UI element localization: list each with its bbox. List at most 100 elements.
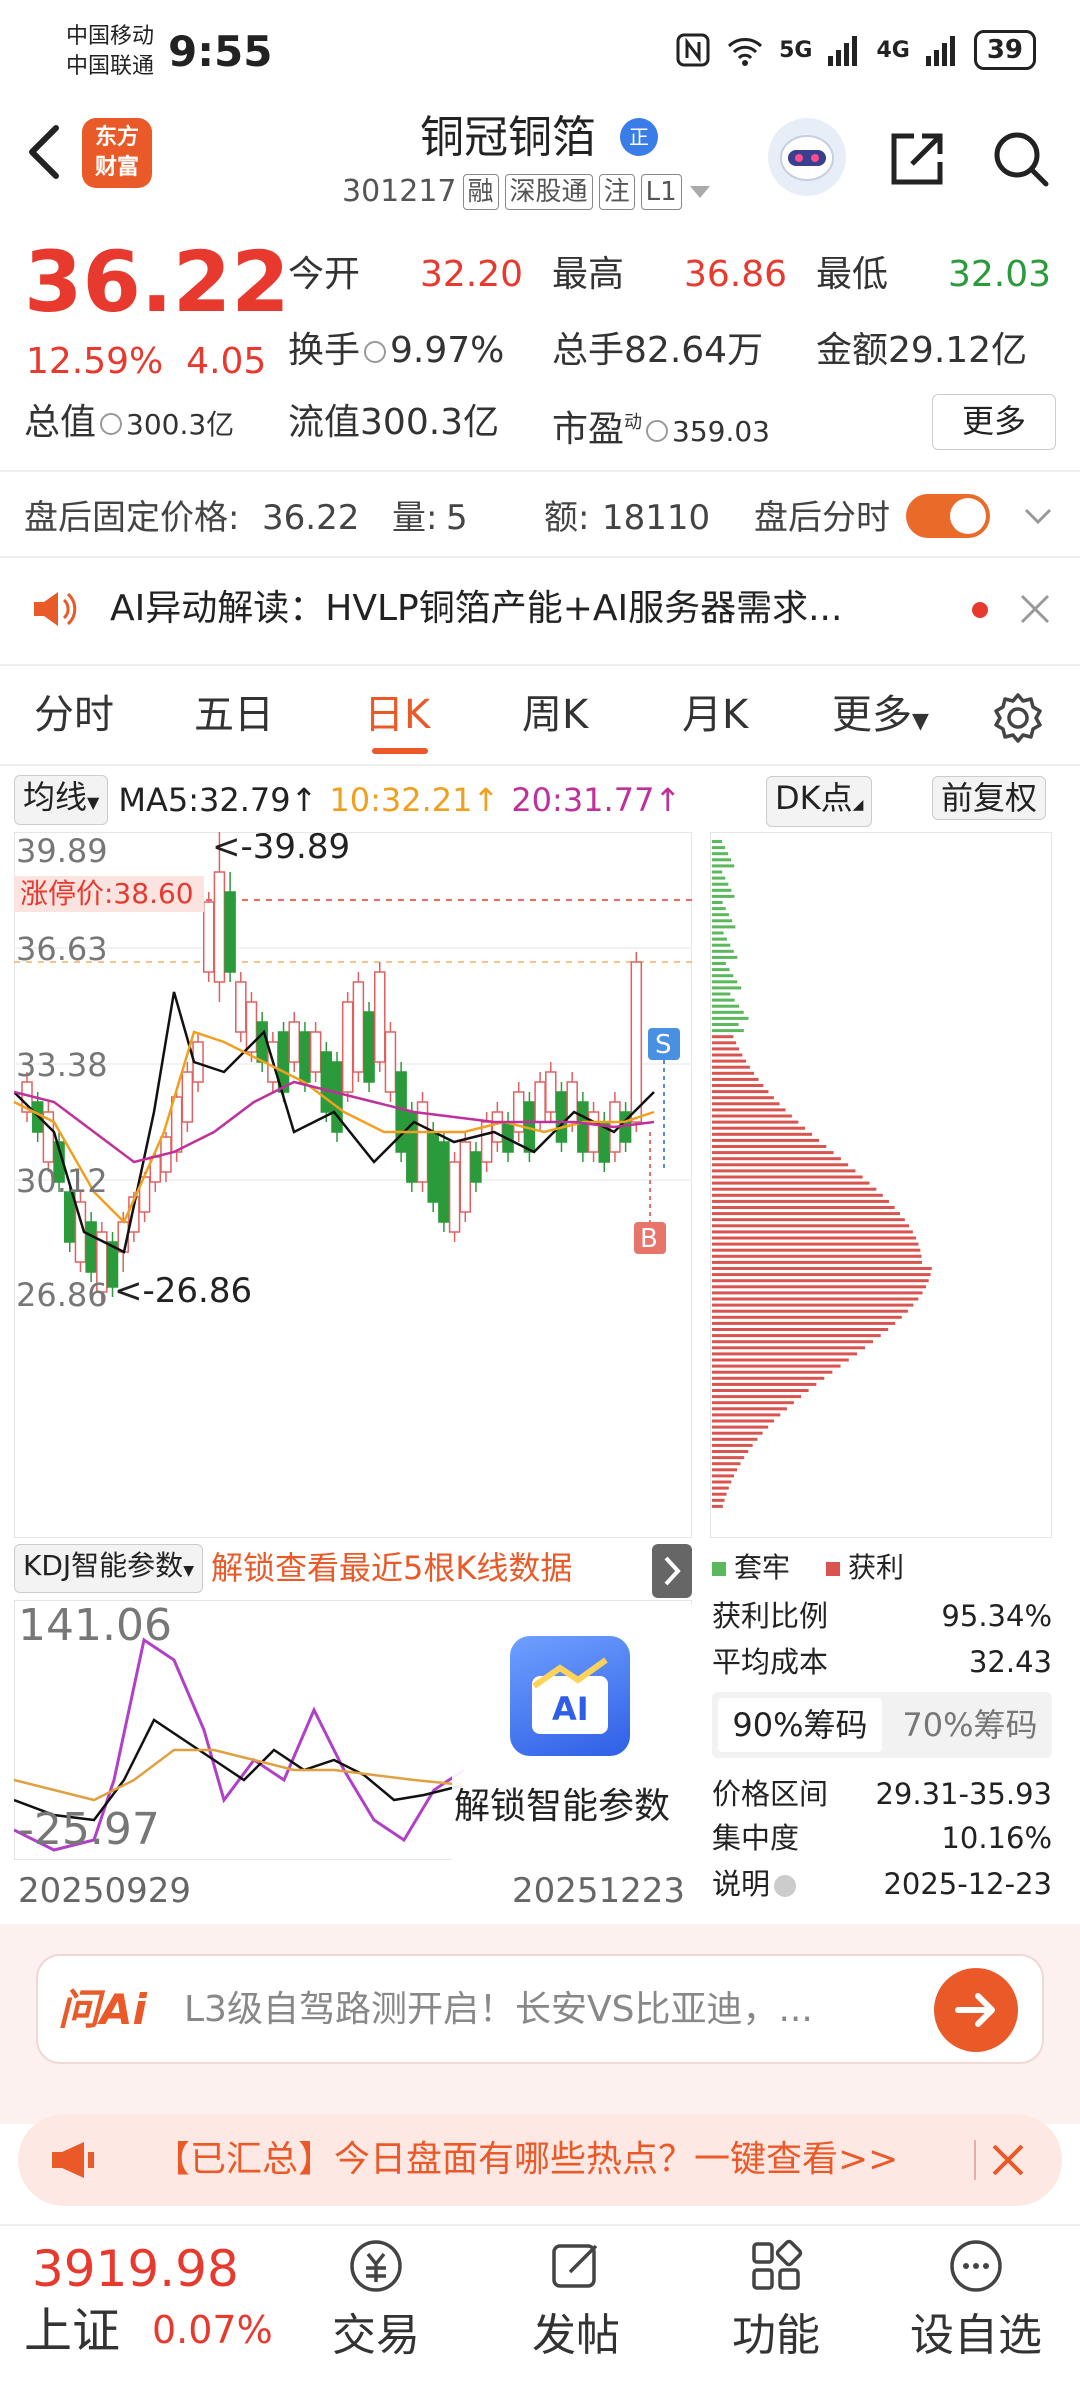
tab-chip-70[interactable]: 70%筹码 bbox=[888, 1692, 1052, 1758]
nav-add-watchlist-label: 设自选 bbox=[910, 2310, 1042, 2361]
mktcap-label: 总值 bbox=[24, 402, 97, 443]
chip-bar bbox=[712, 1206, 895, 1209]
afterhours-toggle[interactable] bbox=[906, 494, 990, 538]
tab-five-day[interactable]: 五日 bbox=[194, 680, 274, 750]
tag-registered: 注 bbox=[598, 174, 635, 210]
tab-intraday[interactable]: 分时 bbox=[34, 680, 114, 750]
chip-bar bbox=[712, 888, 732, 892]
chip-bar bbox=[712, 876, 726, 880]
index-value[interactable]: 3919.98 bbox=[32, 2236, 239, 2302]
turnover-value: 9.97% bbox=[390, 330, 505, 371]
ai-assistant-avatar[interactable] bbox=[768, 118, 846, 196]
ma10-value: 10:32.21↑ bbox=[329, 781, 500, 819]
divider bbox=[0, 764, 1080, 766]
chip-bar bbox=[712, 1340, 874, 1344]
pe-sup: 动 bbox=[624, 412, 643, 433]
ai-unlock-icon[interactable]: AI bbox=[510, 1636, 630, 1756]
info-icon[interactable] bbox=[100, 413, 123, 435]
back-arrow-icon[interactable] bbox=[22, 120, 66, 184]
nav-trade-label: 交易 bbox=[332, 2310, 420, 2361]
app-logo[interactable]: 东方 财富 bbox=[82, 118, 152, 188]
tab-daily-k[interactable]: 日K bbox=[364, 680, 430, 750]
afterhours-vol-label: 量: bbox=[392, 498, 438, 538]
more-quote-button[interactable]: 更多 bbox=[932, 394, 1056, 450]
price-range-value: 29.31-35.93 bbox=[875, 1777, 1052, 1811]
chip-bar bbox=[712, 858, 732, 862]
tab-more[interactable]: 更多▼ bbox=[832, 680, 929, 757]
profit-ratio-value: 95.34% bbox=[941, 1599, 1052, 1633]
chip-bar bbox=[712, 1352, 857, 1356]
chip-bar bbox=[712, 1437, 758, 1441]
chip-distribution-chart[interactable] bbox=[710, 832, 1052, 1538]
hotspot-notice-text[interactable]: 【已汇总】今日盘面有哪些热点？一键查看>> bbox=[154, 2132, 898, 2188]
index-name[interactable]: 上证 bbox=[24, 2298, 120, 2364]
nav-post[interactable]: 发帖 bbox=[506, 2236, 646, 2366]
stock-subtitle[interactable]: 301217 融 深股通 注 L1 bbox=[342, 170, 712, 214]
close-icon[interactable] bbox=[990, 2142, 1026, 2178]
min-price-marker: <-26.86 bbox=[114, 1271, 252, 1311]
chip-bar bbox=[712, 1498, 725, 1502]
chip-bar bbox=[712, 1474, 735, 1478]
nav-add-watchlist[interactable]: 设自选 bbox=[906, 2236, 1046, 2366]
tab-monthly-k[interactable]: 月K bbox=[682, 680, 748, 750]
ma-selector-label: 均线 bbox=[23, 778, 88, 816]
ai-unlock-label[interactable]: 解锁智能参数 bbox=[454, 1782, 670, 1832]
share-icon[interactable] bbox=[886, 128, 948, 190]
search-icon[interactable] bbox=[990, 128, 1052, 190]
candlestick-chart[interactable]: 39.89 涨停价:38.60 36.63 33.38 30.12 26.86 … bbox=[14, 832, 692, 1538]
chip-bar bbox=[712, 1480, 732, 1484]
price-change: 12.59% 4.05 bbox=[26, 338, 266, 386]
close-icon[interactable] bbox=[1016, 590, 1054, 628]
ai-ask-prompt[interactable]: L3级自驾路测开启！长安VS比亚迪，... bbox=[184, 1982, 904, 2038]
chip-bar bbox=[712, 1175, 863, 1179]
chip-bar bbox=[712, 1236, 917, 1240]
chip-bar bbox=[712, 852, 729, 856]
more-dots-icon bbox=[950, 2240, 1002, 2292]
unlock-kline-link[interactable]: 解锁查看最近5根K线数据 bbox=[211, 1544, 572, 1592]
tab-weekly-k[interactable]: 周K bbox=[522, 680, 588, 750]
volume-value: 82.64万 bbox=[624, 330, 764, 371]
dropdown-caret-icon: ▼ bbox=[912, 709, 929, 734]
chip-bar bbox=[712, 846, 726, 850]
chip-bar bbox=[712, 1181, 870, 1185]
candle-body bbox=[577, 1101, 589, 1153]
info-icon[interactable] bbox=[364, 341, 387, 363]
info-icon[interactable] bbox=[646, 420, 669, 442]
chip-bar bbox=[712, 1248, 921, 1252]
candle-body bbox=[470, 1151, 482, 1183]
amount-field: 金额29.12亿 bbox=[816, 326, 1027, 376]
expand-arrow-button[interactable] bbox=[652, 1544, 692, 1598]
logo-line2: 财富 bbox=[94, 155, 139, 180]
edit-icon bbox=[552, 2244, 598, 2288]
gear-icon[interactable] bbox=[990, 690, 1046, 746]
info-icon[interactable] bbox=[774, 1875, 797, 1897]
chip-bar bbox=[712, 1065, 750, 1069]
ai-insight-banner[interactable]: AI异动解读：HVLP铜箔产能+AI服务器需求... bbox=[0, 566, 1080, 666]
chip-bar bbox=[712, 1212, 900, 1216]
tab-chip-90[interactable]: 90%筹码 bbox=[718, 1698, 882, 1752]
chip-bar bbox=[712, 1254, 922, 1258]
nav-functions-label: 功能 bbox=[732, 2310, 820, 2361]
ma-selector[interactable]: 均线▼ bbox=[14, 775, 109, 825]
nav-post-label: 发帖 bbox=[532, 2310, 620, 2361]
chip-bar bbox=[712, 907, 726, 911]
active-tab-indicator bbox=[372, 748, 428, 754]
kdj-selector[interactable]: KDJ智能参数▼ bbox=[14, 1543, 203, 1593]
ai-chart-icon: AI bbox=[532, 1657, 608, 1734]
adjust-button[interactable]: 前复权 bbox=[932, 776, 1047, 820]
chip-bar bbox=[712, 1114, 792, 1118]
ai-ask-go-button[interactable] bbox=[934, 1968, 1018, 2052]
chip-bar bbox=[712, 1053, 743, 1057]
candle-body bbox=[363, 1011, 375, 1083]
index-percent[interactable]: 0.07% bbox=[152, 2300, 273, 2360]
candle-body bbox=[352, 981, 365, 1073]
dk-point-button[interactable]: DK点◢ bbox=[766, 776, 873, 827]
chip-bar bbox=[712, 1023, 739, 1026]
chevron-down-icon[interactable] bbox=[1022, 500, 1054, 532]
chip-bar bbox=[712, 1016, 749, 1020]
chip-bar bbox=[712, 1102, 780, 1106]
clock: 9:55 bbox=[168, 27, 273, 76]
network-4g: 4G bbox=[876, 37, 910, 63]
nav-functions[interactable]: 功能 bbox=[706, 2236, 846, 2366]
nav-trade[interactable]: 交易 bbox=[306, 2236, 446, 2366]
